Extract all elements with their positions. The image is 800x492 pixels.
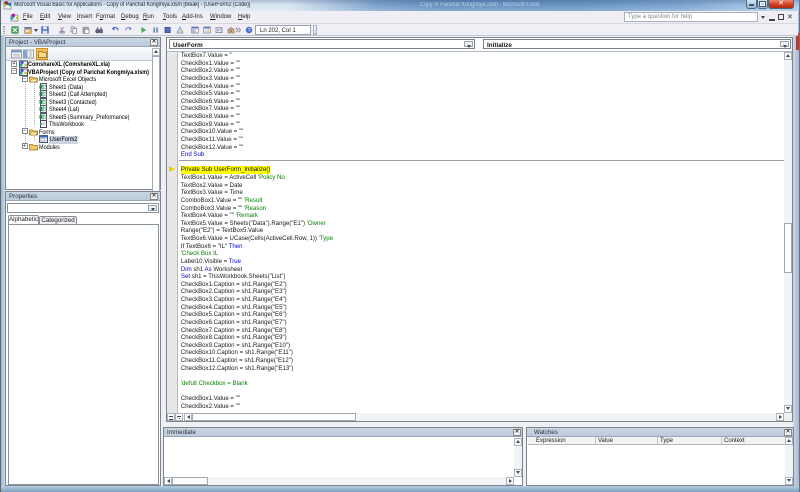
svg-text:?: ? bbox=[247, 28, 250, 34]
